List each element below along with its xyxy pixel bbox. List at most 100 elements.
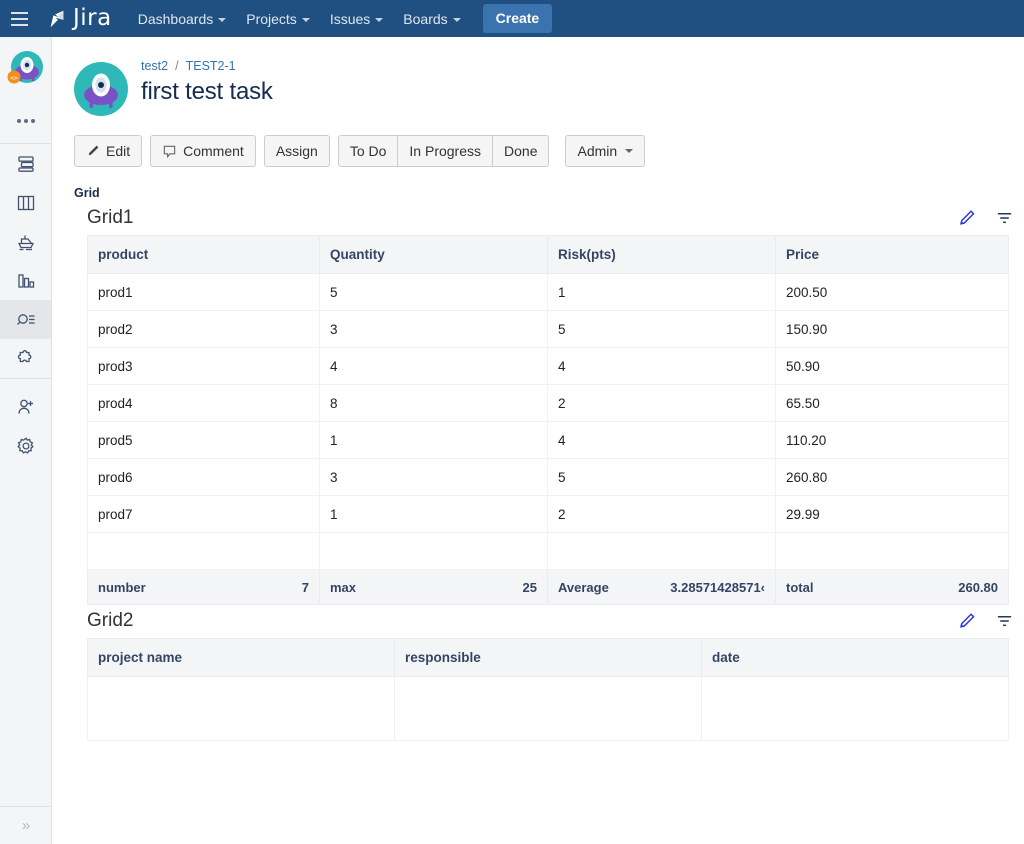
- hamburger-line: [11, 18, 28, 20]
- table-row[interactable]: prod3 4 4 50.90: [88, 348, 1009, 385]
- sidebar-item-addons[interactable]: [0, 339, 51, 378]
- backlog-icon: [15, 153, 37, 175]
- workflow-todo-button[interactable]: To Do: [338, 135, 399, 167]
- chevron-down-icon: [625, 149, 633, 153]
- jira-logo-home-link[interactable]: Jira: [46, 6, 112, 32]
- breadcrumb-issue-key-link[interactable]: TEST2-1: [186, 59, 236, 73]
- edit-button-label: Edit: [106, 142, 130, 160]
- nav-item-boards[interactable]: Boards: [393, 0, 470, 37]
- grid2-empty-space-row: [88, 677, 1009, 741]
- summary-value: 3.28571428571‹: [670, 580, 765, 595]
- nav-label: Issues: [330, 11, 370, 27]
- cell-risk[interactable]: 4: [548, 422, 776, 459]
- filter-icon: [995, 612, 1014, 631]
- grid2-column-header[interactable]: project name: [88, 639, 395, 677]
- empty-cell[interactable]: [548, 533, 776, 570]
- table-row[interactable]: prod2 3 5 150.90: [88, 311, 1009, 348]
- grid1-filter-icon[interactable]: [995, 209, 1014, 228]
- grid2-edit-pencil-icon[interactable]: [957, 612, 976, 631]
- sidebar-more-options-button[interactable]: [0, 99, 51, 143]
- summary-value: 260.80: [958, 580, 998, 595]
- cell-product[interactable]: prod4: [88, 385, 320, 422]
- cell-price[interactable]: 50.90: [776, 348, 1009, 385]
- cell-quantity[interactable]: 1: [320, 496, 548, 533]
- cell-product[interactable]: prod3: [88, 348, 320, 385]
- grid1-column-header[interactable]: Risk(pts): [548, 236, 776, 274]
- app-switcher-menu-icon[interactable]: [0, 0, 38, 37]
- grid2-filter-icon[interactable]: [995, 612, 1014, 631]
- nav-item-projects[interactable]: Projects: [236, 0, 320, 37]
- sidebar-item-board[interactable]: [0, 183, 51, 222]
- issue-view-content: test2 / TEST2-1 first test task Edit Com…: [52, 37, 1024, 844]
- table-row[interactable]: prod1 5 1 200.50: [88, 274, 1009, 311]
- cell-price[interactable]: 150.90: [776, 311, 1009, 348]
- grid1-column-header[interactable]: product: [88, 236, 320, 274]
- empty-cell[interactable]: [88, 533, 320, 570]
- reports-chart-icon: [15, 270, 37, 292]
- grid1-column-header[interactable]: Price: [776, 236, 1009, 274]
- cell-quantity[interactable]: 5: [320, 274, 548, 311]
- cell-quantity[interactable]: 8: [320, 385, 548, 422]
- cell-price[interactable]: 200.50: [776, 274, 1009, 311]
- pencil-icon: [86, 144, 100, 158]
- cell-risk[interactable]: 2: [548, 496, 776, 533]
- cell-product[interactable]: prod5: [88, 422, 320, 459]
- sidebar-expand-button[interactable]: »: [0, 806, 51, 844]
- nav-item-issues[interactable]: Issues: [320, 0, 393, 37]
- cell-price[interactable]: 29.99: [776, 496, 1009, 533]
- page-title: first test task: [141, 78, 273, 106]
- empty-cell[interactable]: [776, 533, 1009, 570]
- grid1-edit-pencil-icon[interactable]: [957, 209, 976, 228]
- empty-cell[interactable]: [320, 533, 548, 570]
- cell-product[interactable]: prod1: [88, 274, 320, 311]
- summary-cell-max: max 25: [320, 570, 548, 605]
- issue-action-toolbar: Edit Comment Assign To Do In Progress Do…: [74, 135, 1024, 167]
- cell-product[interactable]: prod2: [88, 311, 320, 348]
- assign-button[interactable]: Assign: [264, 135, 330, 167]
- sidebar-item-issues[interactable]: [0, 300, 51, 339]
- cell-price[interactable]: 260.80: [776, 459, 1009, 496]
- dot-icon: [24, 119, 28, 123]
- grid2-column-header[interactable]: responsible: [395, 639, 702, 677]
- grid1-title: Grid1: [87, 207, 133, 229]
- grid1-column-header[interactable]: Quantity: [320, 236, 548, 274]
- cell-risk[interactable]: 5: [548, 459, 776, 496]
- cell-price[interactable]: 110.20: [776, 422, 1009, 459]
- cell-risk[interactable]: 2: [548, 385, 776, 422]
- empty-cell[interactable]: [702, 677, 1009, 741]
- cell-quantity[interactable]: 3: [320, 459, 548, 496]
- workflow-inprogress-button[interactable]: In Progress: [398, 135, 493, 167]
- cell-product[interactable]: prod7: [88, 496, 320, 533]
- cell-risk[interactable]: 1: [548, 274, 776, 311]
- admin-dropdown-button[interactable]: Admin: [565, 135, 645, 167]
- table-row[interactable]: prod4 8 2 65.50: [88, 385, 1009, 422]
- sidebar-item-backlog[interactable]: [0, 144, 51, 183]
- edit-button[interactable]: Edit: [74, 135, 142, 167]
- cell-price[interactable]: 65.50: [776, 385, 1009, 422]
- create-button[interactable]: Create: [483, 4, 553, 33]
- empty-cell[interactable]: [88, 677, 395, 741]
- cell-risk[interactable]: 4: [548, 348, 776, 385]
- cell-quantity[interactable]: 3: [320, 311, 548, 348]
- table-row[interactable]: prod7 1 2 29.99: [88, 496, 1009, 533]
- sidebar-project-avatar[interactable]: <>: [0, 37, 51, 99]
- comment-button[interactable]: Comment: [150, 135, 256, 167]
- cell-risk[interactable]: 5: [548, 311, 776, 348]
- workflow-done-button[interactable]: Done: [493, 135, 549, 167]
- sidebar-item-reports[interactable]: [0, 261, 51, 300]
- table-row[interactable]: prod6 3 5 260.80: [88, 459, 1009, 496]
- summary-value: 25: [523, 580, 537, 595]
- nav-item-dashboards[interactable]: Dashboards: [128, 0, 237, 37]
- cell-product[interactable]: prod6: [88, 459, 320, 496]
- cell-quantity[interactable]: 1: [320, 422, 548, 459]
- breadcrumb-project-link[interactable]: test2: [141, 59, 168, 73]
- grid2-header: Grid2: [87, 610, 1022, 632]
- project-settings-gear-icon: [15, 435, 37, 457]
- table-row[interactable]: prod5 1 4 110.20: [88, 422, 1009, 459]
- sidebar-item-project-settings[interactable]: [0, 426, 51, 465]
- grid2-column-header[interactable]: date: [702, 639, 1009, 677]
- sidebar-item-releases[interactable]: [0, 222, 51, 261]
- empty-cell[interactable]: [395, 677, 702, 741]
- cell-quantity[interactable]: 4: [320, 348, 548, 385]
- sidebar-item-add-people[interactable]: [0, 387, 51, 426]
